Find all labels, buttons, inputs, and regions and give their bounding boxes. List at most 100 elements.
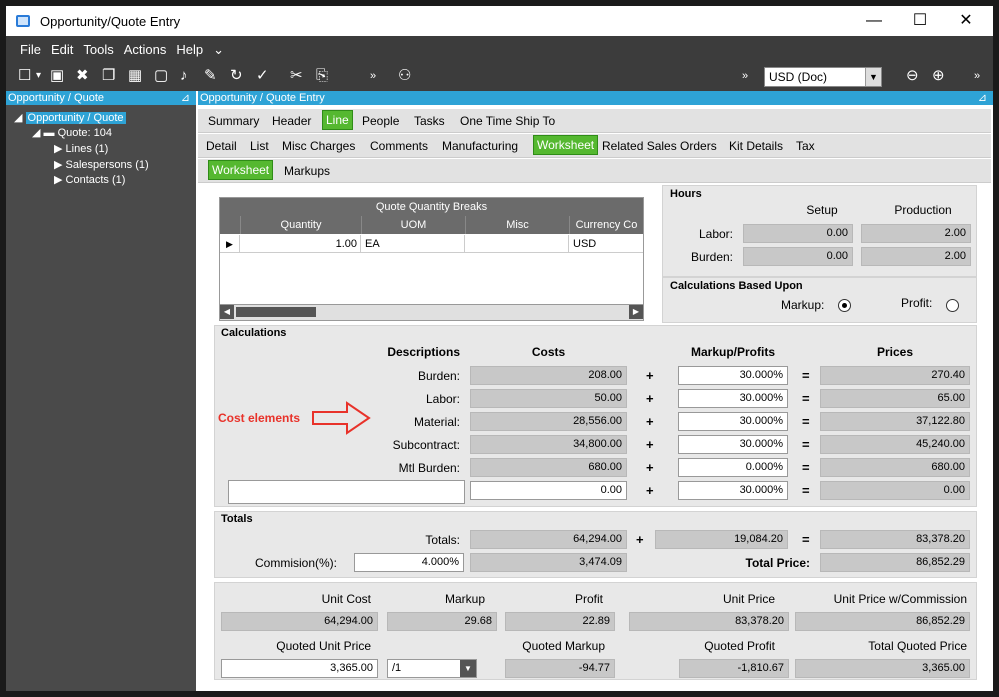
chevron-down-icon[interactable]: ▼: [865, 68, 881, 86]
burden-cost-field: 208.00: [470, 366, 627, 385]
tab-tasks[interactable]: Tasks: [414, 114, 445, 128]
cell-quantity[interactable]: 1.00: [240, 235, 361, 253]
col-quantity[interactable]: Quantity: [240, 216, 361, 234]
tab-header[interactable]: Header: [272, 114, 311, 128]
hours-group: Hours Setup Production Labor: Burden: 0.…: [662, 185, 977, 277]
grid-icon[interactable]: ▦: [128, 67, 142, 85]
profit-radio[interactable]: [946, 299, 959, 312]
tab-misc-charges[interactable]: Misc Charges: [282, 139, 355, 153]
toolbar-overflow-icon[interactable]: »: [370, 67, 376, 85]
scroll-left-icon[interactable]: ◀: [220, 305, 234, 319]
tree-contacts[interactable]: ▶ Contacts (1): [54, 173, 125, 187]
tabs-primary: Summary Header Line People Tasks One Tim…: [198, 109, 991, 133]
plus-sign: +: [646, 437, 654, 452]
quote-quantity-breaks-grid: Quote Quantity Breaks Quantity UOM Misc …: [219, 197, 644, 321]
currency-select[interactable]: USD (Doc) ▼: [764, 67, 882, 87]
chevron-down-icon[interactable]: ▼: [460, 660, 476, 677]
cell-currency[interactable]: USD: [569, 235, 643, 253]
scroll-thumb[interactable]: [236, 307, 316, 317]
quoted-unit-price-input[interactable]: 3,365.00: [221, 659, 378, 678]
toolbar-overflow-icon-3[interactable]: »: [974, 67, 980, 85]
burden-setup-field: 0.00: [743, 247, 853, 266]
material-label: Material:: [413, 415, 460, 429]
phone-icon[interactable]: ♪: [180, 67, 188, 85]
binoculars-icon[interactable]: ⚇: [398, 67, 411, 85]
subtab-markups[interactable]: Markups: [284, 164, 330, 178]
cell-uom[interactable]: EA: [361, 235, 465, 253]
tab-line[interactable]: Line: [322, 110, 353, 130]
material-markup-input[interactable]: 30.000%: [678, 412, 788, 431]
tab-kit-details[interactable]: Kit Details: [729, 139, 783, 153]
col-currency[interactable]: Currency Co: [569, 216, 643, 234]
tree-panel-title: Opportunity / Quote: [8, 92, 104, 104]
menu-overflow-icon[interactable]: ⌄: [213, 42, 224, 58]
clear-icon[interactable]: ✓: [256, 67, 269, 85]
other-markup-input[interactable]: 30.000%: [678, 481, 788, 500]
horizontal-scrollbar[interactable]: ◀ ▶: [220, 304, 643, 320]
scroll-right-icon[interactable]: ▶: [629, 305, 643, 319]
book-icon[interactable]: ❐: [102, 67, 115, 85]
paste-icon[interactable]: ⎘: [316, 67, 328, 85]
refresh-icon[interactable]: ↻: [230, 67, 243, 85]
menu-tools[interactable]: Tools: [83, 42, 113, 57]
pin-icon[interactable]: ⊿: [181, 91, 190, 105]
tree-quote-label: Quote: 104: [57, 127, 113, 139]
tab-list[interactable]: List: [250, 139, 269, 153]
row-selector-icon[interactable]: ▶: [220, 235, 240, 253]
commission-input[interactable]: 4.000%: [354, 553, 464, 572]
close-button[interactable]: ✕: [956, 11, 976, 31]
tab-related-sales-orders[interactable]: Related Sales Orders: [602, 139, 717, 153]
labor-cost-field: 50.00: [470, 389, 627, 408]
menu-help[interactable]: Help: [176, 42, 203, 57]
tree-quote[interactable]: ◢ ▬ Quote: 104: [32, 126, 112, 140]
tree-salespersons-label: Salespersons (1): [65, 159, 149, 171]
menu-edit[interactable]: Edit: [51, 42, 73, 57]
labor-markup-input[interactable]: 30.000%: [678, 389, 788, 408]
unit-price-commission-field: 86,852.29: [795, 612, 970, 631]
subcontract-markup-input[interactable]: 30.000%: [678, 435, 788, 454]
cut-icon[interactable]: ✂: [290, 67, 303, 85]
menu-actions[interactable]: Actions: [124, 42, 167, 57]
tree-root[interactable]: ◢ Opportunity / Quote: [14, 111, 126, 125]
tree-salespersons[interactable]: ▶ Salespersons (1): [54, 158, 149, 172]
mtl-burden-price-field: 680.00: [820, 458, 970, 477]
tab-manufacturing[interactable]: Manufacturing: [442, 139, 518, 153]
markup-radio[interactable]: [838, 299, 851, 312]
minimize-button[interactable]: —: [864, 11, 884, 31]
tab-people[interactable]: People: [362, 114, 399, 128]
menu-file[interactable]: File: [20, 42, 41, 57]
tree-lines[interactable]: ▶ Lines (1): [54, 142, 108, 156]
forward-icon[interactable]: ⊕: [932, 67, 945, 85]
note-icon[interactable]: ▢: [154, 67, 168, 85]
maximize-button[interactable]: ☐: [910, 11, 930, 31]
tree-panel-header: Opportunity / Quote ⊿: [6, 91, 196, 105]
tab-one-time-ship-to[interactable]: One Time Ship To: [460, 114, 555, 128]
col-misc[interactable]: Misc: [465, 216, 569, 234]
subcontract-price-field: 45,240.00: [820, 435, 970, 454]
quoted-uom-select[interactable]: /1 ▼: [387, 659, 477, 678]
tree-contacts-label: Contacts (1): [65, 174, 126, 186]
mtl-burden-markup-input[interactable]: 0.000%: [678, 458, 788, 477]
burden-markup-input[interactable]: 30.000%: [678, 366, 788, 385]
attach-icon[interactable]: ✎: [204, 67, 217, 85]
tab-worksheet[interactable]: Worksheet: [533, 135, 599, 155]
toolbar-overflow-icon-2[interactable]: »: [742, 67, 748, 85]
grid-row-header: [220, 216, 240, 234]
delete-icon[interactable]: ✖: [76, 67, 89, 85]
other-description-input[interactable]: [228, 480, 465, 504]
new-icon[interactable]: ☐: [18, 67, 31, 85]
col-uom[interactable]: UOM: [361, 216, 465, 234]
tab-summary[interactable]: Summary: [208, 114, 259, 128]
tab-comments[interactable]: Comments: [370, 139, 428, 153]
back-icon[interactable]: ⊖: [906, 67, 919, 85]
tab-detail[interactable]: Detail: [206, 139, 237, 153]
application-window: Opportunity/Quote Entry — ☐ ✕ File Edit …: [0, 0, 999, 697]
new-dropdown-icon[interactable]: ▾: [36, 67, 41, 85]
pin-icon[interactable]: ⊿: [978, 91, 987, 105]
save-icon[interactable]: ▣: [50, 67, 64, 85]
subtab-worksheet[interactable]: Worksheet: [208, 160, 274, 180]
cell-misc[interactable]: [465, 235, 569, 253]
other-cost-input[interactable]: 0.00: [470, 481, 627, 500]
totals-cost-field: 64,294.00: [470, 530, 627, 549]
tab-tax[interactable]: Tax: [796, 139, 815, 153]
